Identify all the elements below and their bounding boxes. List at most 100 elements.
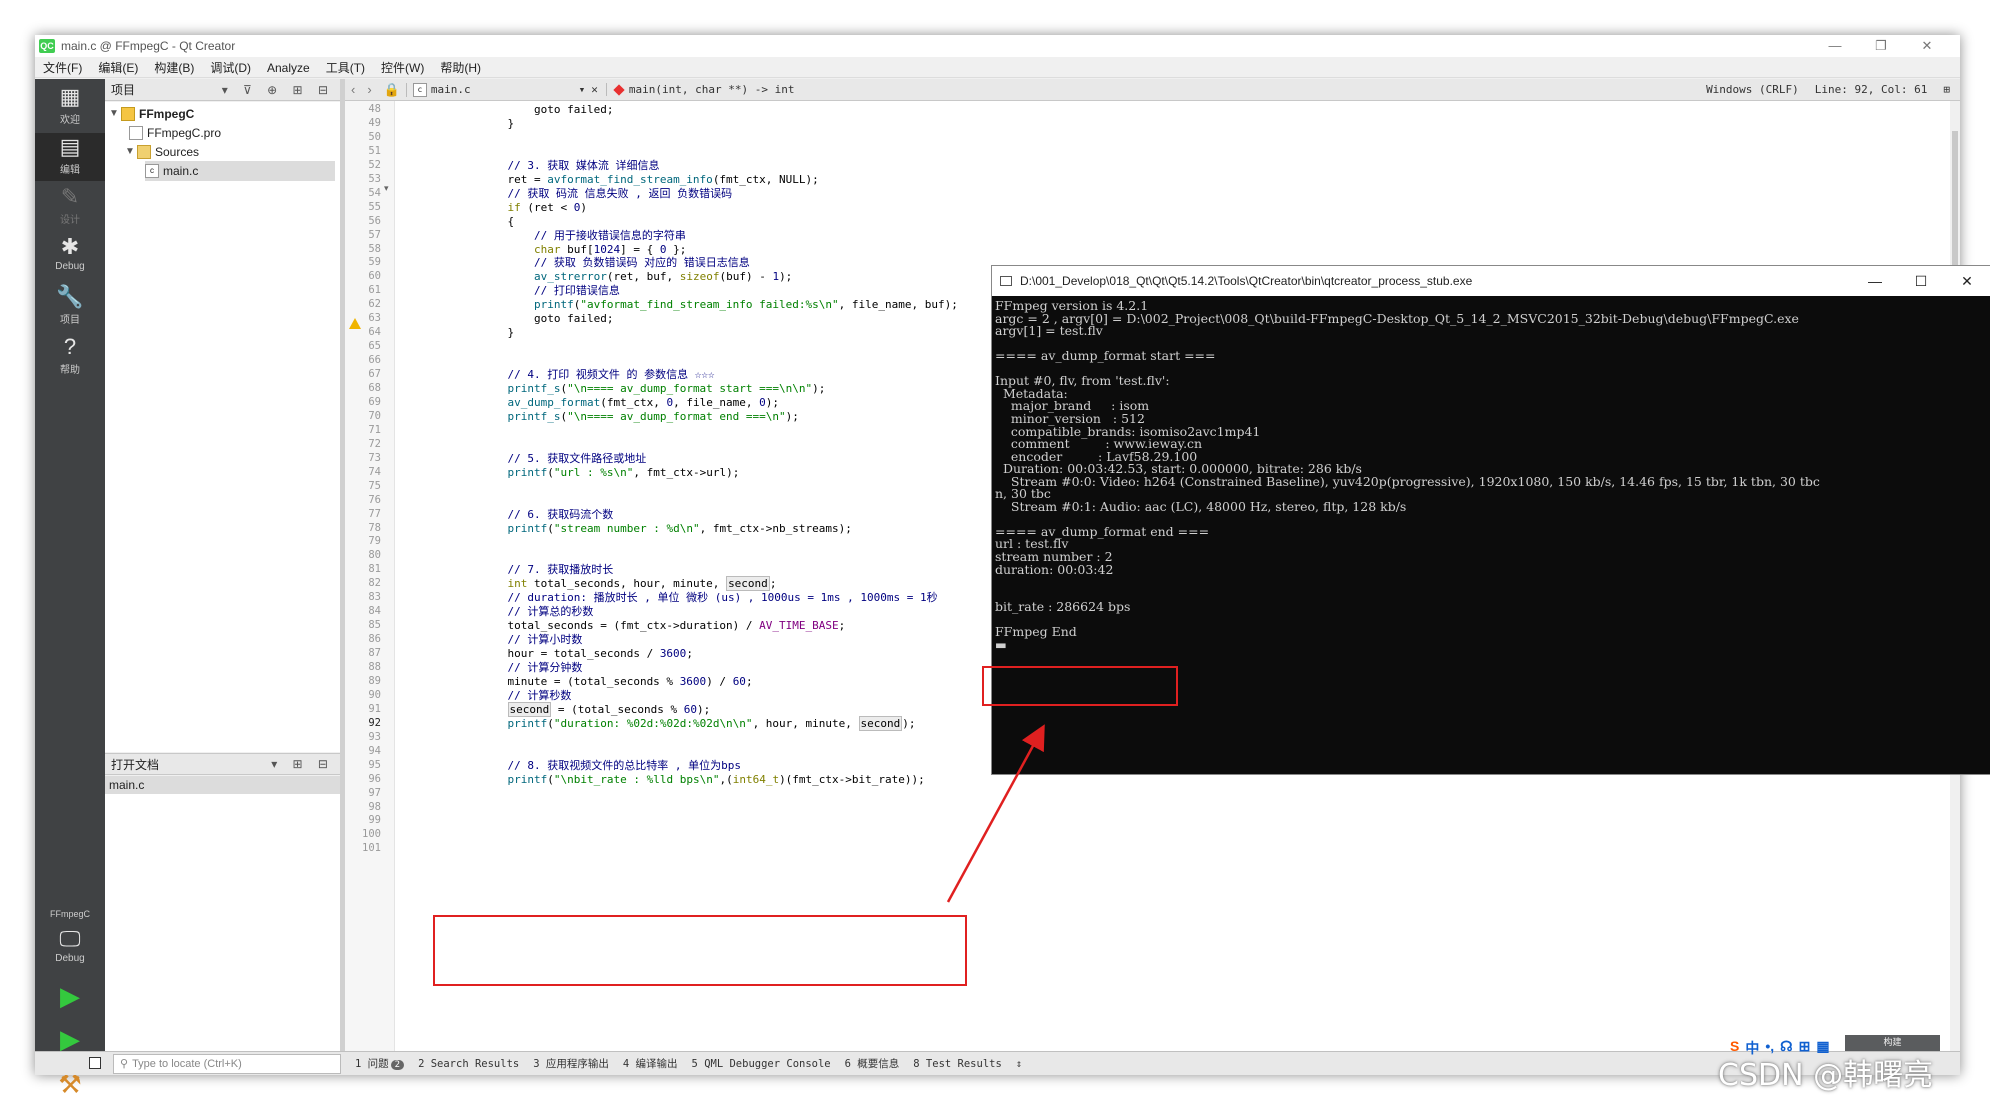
encoding-selector[interactable]: Windows (CRLF) bbox=[1706, 83, 1799, 96]
menu-debug[interactable]: 调试(D) bbox=[210, 59, 251, 76]
line-number: 52 bbox=[368, 158, 381, 171]
tab-search-results[interactable]: 2 Search Results bbox=[418, 1058, 519, 1070]
menu-help[interactable]: 帮助(H) bbox=[440, 59, 481, 76]
code-line: goto failed; bbox=[481, 312, 614, 326]
console-minimize-button[interactable]: — bbox=[1852, 266, 1898, 296]
console-line: duration: 00:03:42 bbox=[995, 561, 1114, 577]
console-line: bit_rate : 286624 bps bbox=[995, 599, 1131, 615]
close-button[interactable]: ✕ bbox=[1904, 35, 1950, 57]
menu-build[interactable]: 构建(B) bbox=[154, 59, 194, 76]
menu-edit[interactable]: 编辑(E) bbox=[98, 59, 138, 76]
fold-marker-icon[interactable]: ▾ bbox=[384, 183, 389, 194]
console-line: ▬ bbox=[995, 636, 1007, 652]
output-pane-menu-icon[interactable]: ⇕ bbox=[1016, 1058, 1022, 1070]
console-app-icon bbox=[1000, 276, 1012, 286]
code-line: } bbox=[481, 326, 515, 340]
tab-issues[interactable]: 1 问题 2 bbox=[355, 1056, 405, 1071]
highlight-box-output bbox=[982, 666, 1178, 706]
run-button[interactable]: ▶ bbox=[35, 981, 105, 1012]
toggle-sidebar-icon[interactable] bbox=[89, 1057, 101, 1069]
editor-toolbar: ‹ › 🔒 c main.c ▾ ✕ main(int, char **) ->… bbox=[345, 79, 1960, 101]
tab-compile-output[interactable]: 4 编译输出 bbox=[623, 1056, 678, 1071]
restore-button[interactable]: ❐ bbox=[1858, 35, 1904, 57]
mode-debug[interactable]: ✱ Debug bbox=[35, 233, 105, 281]
expand-arrow-icon[interactable]: ▼ bbox=[125, 142, 137, 162]
title-bar: QC main.c @ FFmpegC - Qt Creator — ❐ ✕ bbox=[35, 35, 1960, 57]
menu-analyze[interactable]: Analyze bbox=[267, 61, 310, 75]
project-panel-tools[interactable]: ▾ ⊽ ⊕ ⊞ ⊟ bbox=[222, 83, 340, 97]
tab-application-output[interactable]: 3 应用程序输出 bbox=[533, 1056, 609, 1071]
console-close-button[interactable]: ✕ bbox=[1944, 266, 1990, 296]
line-number: 82 bbox=[368, 577, 381, 590]
line-number: 94 bbox=[368, 744, 381, 757]
line-number: 97 bbox=[368, 786, 381, 799]
locator-input[interactable]: ⚲ Type to locate (Ctrl+K) bbox=[113, 1053, 341, 1074]
code-line: // 用于接收错误信息的字符串 bbox=[481, 228, 686, 242]
expand-arrow-icon[interactable]: ▼ bbox=[109, 104, 121, 124]
minimize-button[interactable]: — bbox=[1812, 35, 1858, 57]
tab-test-results[interactable]: 8 Test Results bbox=[913, 1058, 1002, 1070]
line-number: 65 bbox=[368, 340, 381, 353]
code-line: // duration: 播放时长 , 单位 微秒 (us) , 1000us … bbox=[481, 591, 938, 605]
edit-icon: ▤ bbox=[59, 134, 81, 159]
line-number: 62 bbox=[368, 298, 381, 311]
cursor-position[interactable]: Line: 92, Col: 61 bbox=[1815, 83, 1928, 96]
pro-file-icon bbox=[129, 126, 143, 140]
console-line: FFmpeg End bbox=[995, 624, 1077, 640]
tree-item-pro-file[interactable]: FFmpegC.pro bbox=[129, 123, 221, 143]
line-number: 80 bbox=[368, 549, 381, 562]
line-number: 98 bbox=[368, 800, 381, 813]
tree-item-main-c[interactable]: c main.c bbox=[145, 161, 335, 181]
mode-edit[interactable]: ▤ 编辑 bbox=[35, 133, 105, 181]
code-line: // 获取 负数错误码 对应的 错误日志信息 bbox=[481, 256, 750, 270]
line-number: 54 bbox=[368, 186, 381, 199]
split-editor-icon[interactable]: ⊞ bbox=[1943, 83, 1950, 96]
window-title: main.c @ FFmpegC - Qt Creator bbox=[61, 39, 236, 53]
symbol-selector[interactable]: main(int, char **) -> int bbox=[605, 83, 794, 96]
code-line: // 5. 获取文件路径或地址 bbox=[481, 451, 647, 465]
code-line: { bbox=[481, 214, 515, 228]
back-arrow-icon[interactable]: ‹ bbox=[345, 82, 361, 97]
line-number: 48 bbox=[368, 103, 381, 115]
line-number: 81 bbox=[368, 563, 381, 576]
bug-icon: ✱ bbox=[60, 234, 80, 259]
line-number: 88 bbox=[368, 661, 381, 673]
line-number: 76 bbox=[368, 493, 381, 506]
forward-arrow-icon[interactable]: › bbox=[361, 82, 377, 97]
tab-qml-debugger-console[interactable]: 5 QML Debugger Console bbox=[692, 1058, 831, 1070]
tree-item-ffmpegc[interactable]: ▼ FFmpegC bbox=[109, 104, 194, 124]
tab-general-messages[interactable]: 6 概要信息 bbox=[845, 1056, 900, 1071]
mode-design[interactable]: ✎ 设计 bbox=[35, 183, 105, 231]
mode-projects[interactable]: 🔧 项目 bbox=[35, 283, 105, 331]
open-document-item[interactable]: main.c bbox=[105, 776, 340, 794]
code-line: char buf[1024] = { 0 }; bbox=[533, 242, 687, 256]
play-debug-icon: ▶ bbox=[60, 1024, 80, 1054]
menu-file[interactable]: 文件(F) bbox=[43, 59, 82, 76]
code-line: second = (total_seconds % 60); bbox=[507, 701, 711, 717]
watermark: CSDN @韩曙亮 bbox=[1718, 1058, 1934, 1093]
document-selector[interactable]: c main.c ▾ ✕ bbox=[405, 82, 606, 97]
output-pane-bar: ⚲ Type to locate (Ctrl+K) 1 问题 2 2 Search… bbox=[35, 1051, 1960, 1075]
open-documents-tools[interactable]: ▾ ⊞ ⊟ bbox=[271, 757, 340, 771]
code-line: // 8. 获取视频文件的总比特率 , 单位为bps bbox=[481, 758, 741, 772]
mode-help[interactable]: ? 帮助 bbox=[35, 333, 105, 381]
code-line: // 6. 获取码流个数 bbox=[481, 507, 614, 521]
line-number: 75 bbox=[368, 479, 381, 492]
line-number: 73 bbox=[368, 451, 381, 464]
issues-badge: 2 bbox=[390, 1060, 405, 1070]
line-number: 95 bbox=[368, 758, 381, 771]
code-line: // 获取 码流 信息失败 , 返回 负数错误码 bbox=[481, 186, 733, 200]
tree-item-sources[interactable]: ▼ Sources bbox=[125, 142, 199, 162]
code-line: printf_s("\n==== av_dump_format start ==… bbox=[507, 382, 826, 395]
code-line: total_seconds = (fmt_ctx->duration) / AV… bbox=[481, 619, 846, 633]
menu-tools[interactable]: 工具(T) bbox=[326, 59, 365, 76]
line-number: 91 bbox=[368, 702, 381, 715]
console-maximize-button[interactable]: ☐ bbox=[1898, 266, 1944, 296]
kit-selector[interactable]: 🖵 Debug bbox=[35, 925, 105, 973]
mode-welcome[interactable]: ▦ 欢迎 bbox=[35, 83, 105, 131]
close-document-icon[interactable]: ✕ bbox=[591, 83, 606, 96]
monitor-icon: 🖵 bbox=[59, 926, 81, 951]
line-number: 66 bbox=[368, 354, 381, 367]
open-documents-title: 打开文档 bbox=[111, 757, 160, 772]
menu-window[interactable]: 控件(W) bbox=[381, 59, 424, 76]
